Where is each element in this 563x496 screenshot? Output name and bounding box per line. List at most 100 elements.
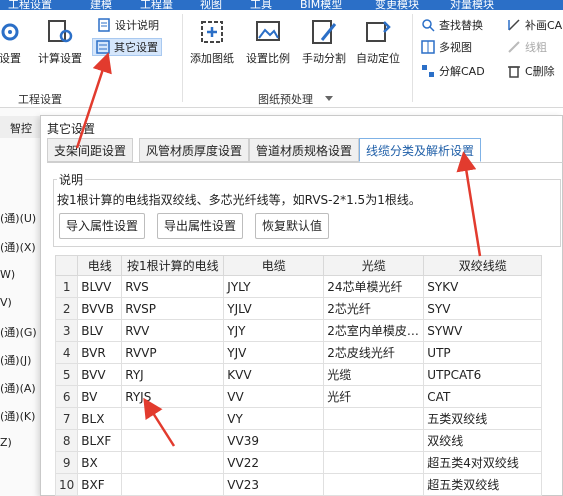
row-number-cell: 7	[54, 407, 79, 430]
other-settings-label: 其它设置	[114, 41, 158, 54]
table-cell[interactable]	[121, 407, 225, 430]
table-cell[interactable]	[121, 451, 225, 474]
tab-duct-thickness[interactable]: 风管材质厚度设置	[139, 138, 250, 162]
left-list-item[interactable]: (通)(K)	[0, 408, 35, 424]
column-header[interactable]: 电线	[77, 255, 123, 276]
table-cell[interactable]: 2芯光纤	[323, 297, 425, 320]
table-cell[interactable]: UTP	[423, 341, 543, 364]
table-cell[interactable]: RVS	[121, 275, 225, 298]
table-cell[interactable]	[323, 429, 425, 452]
table-cell[interactable]: BLVV	[77, 275, 123, 298]
table-cell[interactable]: CAT	[423, 385, 543, 408]
import-settings-button[interactable]: 导入属性设置	[59, 213, 146, 239]
table-cell[interactable]: SYWV	[423, 319, 543, 342]
table-cell[interactable]: YJV	[223, 341, 325, 364]
table-cell[interactable]: 光纤	[323, 385, 425, 408]
left-list-item[interactable]: (通)(G)	[0, 324, 37, 340]
table-cell[interactable]: RVVP	[121, 341, 225, 364]
table-row[interactable]: 10 BXF VV23 超五类双绞线	[54, 473, 543, 496]
table-cell[interactable]: VV23	[223, 473, 325, 496]
tab-support-spacing[interactable]: 支架间距设置	[47, 138, 134, 162]
multi-view-button[interactable]: 多视图	[418, 38, 475, 56]
table-cell[interactable]: BVVB	[77, 297, 123, 320]
tab-pipe-spec[interactable]: 管道材质规格设置	[249, 138, 360, 162]
column-header[interactable]: 电缆	[223, 255, 325, 276]
line-weight-button[interactable]: 线粗	[504, 38, 550, 56]
table-cell[interactable]: BXF	[77, 473, 123, 496]
left-list-item[interactable]: W)	[0, 268, 15, 281]
table-cell[interactable]: SYKV	[423, 275, 543, 298]
auto-locate-button[interactable]: 自动定位	[356, 18, 400, 66]
table-cell[interactable]: UTPCAT6	[423, 363, 543, 386]
table-cell[interactable]: BLX	[77, 407, 123, 430]
find-replace-button[interactable]: 查找替换	[418, 16, 486, 34]
table-row[interactable]: 6 BV RYJS VV 光纤 CAT	[54, 385, 543, 408]
table-cell[interactable]	[121, 429, 225, 452]
table-cell[interactable]: VV22	[223, 451, 325, 474]
table-cell[interactable]: 2芯皮线光纤	[323, 341, 425, 364]
table-cell[interactable]: 五类双绞线	[423, 407, 543, 430]
table-cell[interactable]: VY	[223, 407, 325, 430]
table-cell[interactable]: 24芯单模光纤	[323, 275, 425, 298]
table-cell[interactable]: JYLY	[223, 275, 325, 298]
design-notes-button[interactable]: 设计说明	[94, 16, 162, 34]
settings-button[interactable]: 设置	[0, 18, 24, 66]
tab-cable-classification[interactable]: 线缆分类及解析设置	[359, 138, 482, 162]
table-cell[interactable]: 超五类4对双绞线	[423, 451, 543, 474]
c-delete-button[interactable]: C删除	[504, 62, 558, 80]
column-header[interactable]: 双绞线缆	[423, 255, 543, 276]
left-list-item[interactable]: (通)(J)	[0, 352, 31, 368]
set-scale-button[interactable]: 设置比例	[246, 18, 290, 66]
multi-view-label: 多视图	[439, 41, 472, 54]
table-cell[interactable]: KVV	[223, 363, 325, 386]
table-cell[interactable]: SYV	[423, 297, 543, 320]
table-cell[interactable]: YJY	[223, 319, 325, 342]
table-cell[interactable]: BV	[77, 385, 123, 408]
table-cell[interactable]	[323, 451, 425, 474]
table-cell[interactable]: 双绞线	[423, 429, 543, 452]
table-cell[interactable]: BLXF	[77, 429, 123, 452]
table-cell[interactable]: BLV	[77, 319, 123, 342]
table-cell[interactable]: BVV	[77, 363, 123, 386]
table-cell[interactable]: VV39	[223, 429, 325, 452]
table-cell[interactable]: BX	[77, 451, 123, 474]
column-header[interactable]: 光缆	[323, 255, 425, 276]
table-cell[interactable]: BVR	[77, 341, 123, 364]
table-cell[interactable]: 超五类双绞线	[423, 473, 543, 496]
table-row[interactable]: 7 BLX VY 五类双绞线	[54, 407, 543, 430]
table-cell[interactable]: 光缆	[323, 363, 425, 386]
chevron-down-icon[interactable]	[325, 96, 333, 102]
table-row[interactable]: 1 BLVV RVS JYLY 24芯单模光纤 SYKV	[54, 275, 543, 298]
table-cell[interactable]: RYJS	[121, 385, 225, 408]
table-cell[interactable]: 2芯室内单模皮…	[323, 319, 425, 342]
table-row[interactable]: 5 BVV RYJ KVV 光缆 UTPCAT6	[54, 363, 543, 386]
table-row[interactable]: 9 BX VV22 超五类4对双绞线	[54, 451, 543, 474]
table-cell[interactable]: RVSP	[121, 297, 225, 320]
table-row[interactable]: 3 BLV RVV YJY 2芯室内单模皮… SYWV	[54, 319, 543, 342]
table-cell[interactable]: RYJ	[121, 363, 225, 386]
manual-split-button[interactable]: 手动分割	[302, 18, 346, 66]
left-panel-label[interactable]: 智控	[10, 120, 32, 136]
calc-settings-button[interactable]: 计算设置	[38, 18, 82, 66]
patch-cad-button[interactable]: 补画CA	[504, 16, 563, 34]
left-list-item[interactable]: (通)(A)	[0, 380, 36, 396]
left-list-item[interactable]: (通)(U)	[0, 210, 36, 226]
table-cell[interactable]: VV	[223, 385, 325, 408]
column-header[interactable]: 按1根计算的电线	[121, 255, 225, 276]
add-drawing-button[interactable]: 添加图纸	[190, 18, 234, 66]
table-row[interactable]: 8 BLXF VV39 双绞线	[54, 429, 543, 452]
split-cad-button[interactable]: 分解CAD	[418, 62, 488, 80]
other-settings-button[interactable]: 其它设置	[92, 38, 162, 56]
table-cell[interactable]	[121, 473, 225, 496]
table-cell[interactable]	[323, 473, 425, 496]
left-list-item[interactable]: Z)	[0, 436, 12, 449]
table-cell[interactable]: RVV	[121, 319, 225, 342]
restore-defaults-button[interactable]: 恢复默认值	[255, 213, 330, 239]
table-row[interactable]: 4 BVR RVVP YJV 2芯皮线光纤 UTP	[54, 341, 543, 364]
left-list-item[interactable]: (通)(X)	[0, 239, 36, 255]
table-cell[interactable]: YJLV	[223, 297, 325, 320]
export-settings-button[interactable]: 导出属性设置	[157, 213, 244, 239]
table-row[interactable]: 2 BVVB RVSP YJLV 2芯光纤 SYV	[54, 297, 543, 320]
table-cell[interactable]	[323, 407, 425, 430]
left-list-item[interactable]: V)	[0, 296, 12, 309]
